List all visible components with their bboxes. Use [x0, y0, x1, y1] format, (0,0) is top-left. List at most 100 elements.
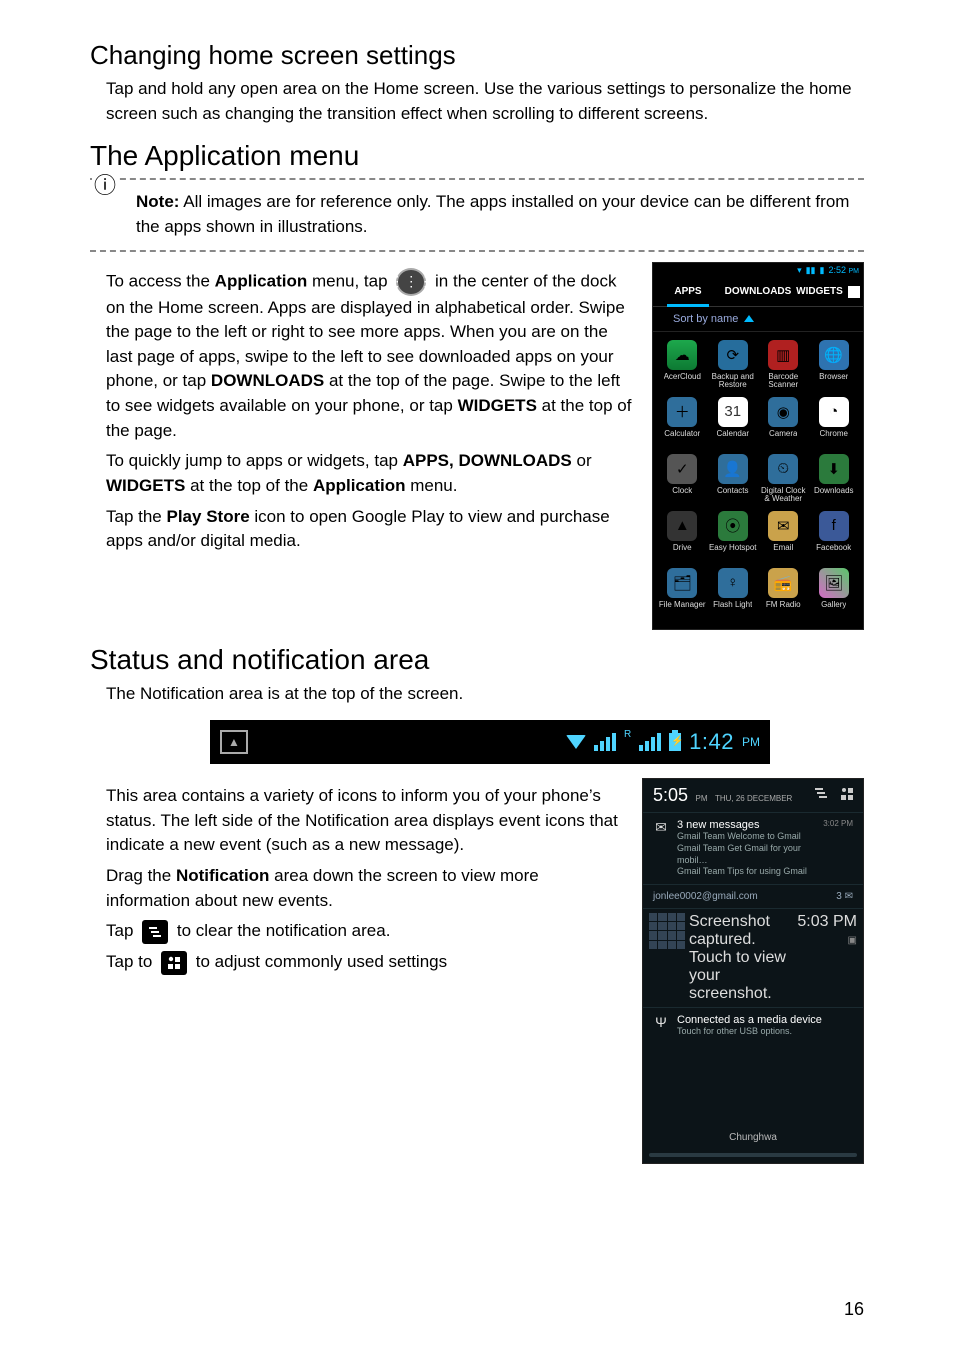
picture-icon: ▣: [848, 935, 857, 946]
app-icon[interactable]: ✉Email: [758, 507, 809, 564]
app-label: Drive: [673, 544, 692, 562]
warning-icon: ⓘ: [92, 168, 118, 200]
tab-widgets-label: WIDGETS: [796, 286, 843, 297]
text: Tap the: [106, 507, 167, 526]
app-glyph-icon: 31: [718, 397, 748, 427]
app-label: Facebook: [816, 544, 851, 562]
account-email: jonlee0002@gmail.com: [653, 891, 758, 902]
notification-account-row[interactable]: jonlee0002@gmail.com 3 ✉: [643, 884, 863, 908]
app-icon[interactable]: ◉Camera: [758, 393, 809, 450]
picture-icon: ▲: [220, 730, 248, 754]
notification-line: Gmail Team Welcome to Gmail: [677, 831, 815, 843]
app-glyph-icon: ⦿: [718, 511, 748, 541]
app-icon[interactable]: 📻FM Radio: [758, 564, 809, 621]
wifi-icon: [566, 735, 586, 749]
app-icon[interactable]: 31 Calendar: [708, 393, 759, 450]
app-label: Clock: [672, 487, 692, 505]
notification-row-screenshot[interactable]: Screenshot captured. Touch to view your …: [643, 908, 863, 1007]
drawer-handle[interactable]: [649, 1153, 857, 1157]
app-label: Calculator: [664, 430, 700, 448]
app-icon[interactable]: 🗂 File Manager: [657, 564, 708, 621]
screenshot-status-bar: ▲ R ⚡ 1:42 PM: [210, 720, 770, 764]
quick-settings-icon[interactable]: [839, 786, 855, 805]
app-icon[interactable]: 🖼 Gallery: [809, 564, 860, 621]
play-store-icon[interactable]: [848, 286, 860, 298]
app-icon[interactable]: 👤Contacts: [708, 450, 759, 507]
app-label: Chrome: [820, 430, 848, 448]
wifi-icon: ▾: [797, 265, 802, 276]
app-icon[interactable]: ▲ Drive: [657, 507, 708, 564]
notification-title: Connected as a media device: [677, 1014, 853, 1026]
text-bold: WIDGETS: [458, 396, 537, 415]
app-icon[interactable]: ⟳Backup and Restore: [708, 336, 759, 393]
clear-notifications-icon[interactable]: [813, 786, 829, 805]
notification-time: 5:03 PM: [797, 913, 857, 931]
status-time: 1:42: [689, 729, 734, 755]
text-bold: APPS, DOWNLOADS: [403, 451, 572, 470]
tab-downloads[interactable]: DOWNLOADS: [723, 278, 793, 306]
drawer-pm: PM: [696, 794, 708, 803]
text-bold: Notification: [176, 866, 270, 885]
status-time: 2:52 PM: [828, 265, 859, 275]
usb-icon: Ψ: [653, 1014, 669, 1030]
signal-icon: ▮▮: [806, 265, 816, 276]
note-body: All images are for reference only. The a…: [136, 192, 849, 236]
mail-icon: ✉: [653, 819, 669, 836]
app-glyph-icon: ▲: [667, 511, 697, 541]
app-label: Browser: [819, 373, 848, 391]
tab-apps[interactable]: APPS: [653, 278, 723, 306]
app-label: Contacts: [717, 487, 749, 505]
heading-changing-home-screen: Changing home screen settings: [90, 40, 864, 71]
status-paragraph-2: This area contains a variety of icons to…: [106, 784, 624, 858]
app-icon[interactable]: ☁AcerCloud: [657, 336, 708, 393]
app-label: Barcode Scanner: [758, 373, 809, 391]
notification-title: Screenshot captured.: [689, 913, 793, 949]
account-count: 3: [836, 891, 842, 902]
text: Drag the: [106, 866, 176, 885]
app-icon[interactable]: fFacebook: [809, 507, 860, 564]
app-label: Downloads: [814, 487, 854, 505]
signal-icon-2: [639, 733, 661, 751]
status-paragraph-5: Tap to to adjust commonly used settings: [106, 950, 624, 975]
text-bold: DOWNLOADS: [211, 371, 324, 390]
app-icon[interactable]: ⏲Digital Clock & Weather: [758, 450, 809, 507]
app-icon[interactable]: ⦿Easy Hotspot: [708, 507, 759, 564]
status-paragraph-1: The Notification area is at the top of t…: [106, 682, 864, 707]
text-bold: Play Store: [167, 507, 250, 526]
app-icon[interactable]: ✓Clock: [657, 450, 708, 507]
sort-by-name-row[interactable]: Sort by name: [653, 307, 863, 332]
app-glyph-icon: ＋: [667, 397, 697, 427]
app-icon[interactable]: ⬇Downloads: [809, 450, 860, 507]
app-icon[interactable]: ♀Flash Light: [708, 564, 759, 621]
status-paragraph-3: Drag the Notification area down the scre…: [106, 864, 624, 913]
app-icon[interactable]: ＋ Calculator: [657, 393, 708, 450]
para-changing-home-screen: Tap and hold any open area on the Home s…: [106, 77, 864, 126]
app-icon[interactable]: ▥Barcode Scanner: [758, 336, 809, 393]
signal-icon: [594, 733, 616, 751]
text-bold: Application: [313, 476, 406, 495]
app-icon[interactable]: 🌐 Browser: [809, 336, 860, 393]
app-icon[interactable]: ◔Chrome: [809, 393, 860, 450]
battery-icon: ▮: [820, 265, 825, 276]
appmenu-paragraph-3: Tap the Play Store icon to open Google P…: [106, 505, 634, 554]
notification-time: 3:02 PM: [823, 819, 853, 828]
heading-status-notification: Status and notification area: [90, 644, 864, 676]
appmenu-paragraph-1: To access the Application menu, tap ⋮⋮⋮ …: [106, 268, 634, 444]
notification-line: Gmail Team Get Gmail for your mobil…: [677, 843, 815, 866]
app-glyph-icon: 🌐: [819, 340, 849, 370]
app-label: Gallery: [821, 601, 846, 619]
notification-line: Gmail Team Tips for using Gmail: [677, 866, 815, 878]
app-glyph-icon: 🗂: [667, 568, 697, 598]
tab-widgets[interactable]: WIDGETS: [793, 278, 863, 306]
text: menu, tap: [307, 271, 392, 290]
app-glyph-icon: 🖼: [819, 568, 849, 598]
carrier-label: Chunghwa: [643, 1124, 863, 1153]
notification-row-gmail[interactable]: ✉ 3 new messages Gmail Team Welcome to G…: [643, 812, 863, 884]
text: To access the: [106, 271, 215, 290]
app-label: File Manager: [659, 601, 706, 619]
notification-row-usb[interactable]: Ψ Connected as a media device Touch for …: [643, 1007, 863, 1044]
phone-status-bar: ▾ ▮▮ ▮ 2:52 PM: [653, 263, 863, 278]
status-time-pm: PM: [742, 735, 760, 749]
text: Tap to: [106, 952, 157, 971]
app-label: Calendar: [717, 430, 749, 448]
